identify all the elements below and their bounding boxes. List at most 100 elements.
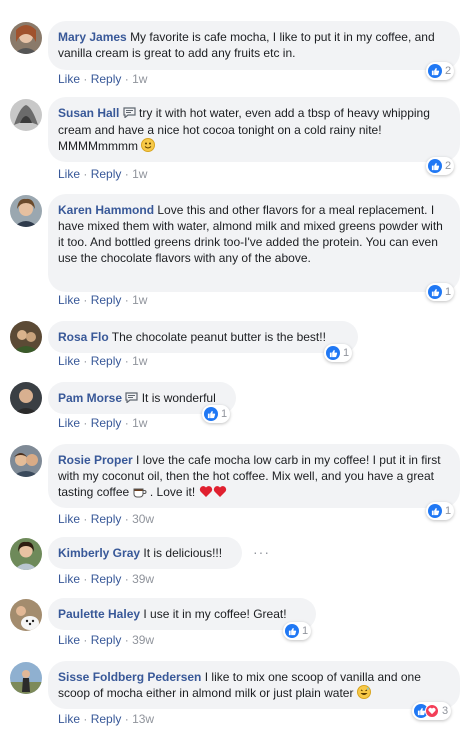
separator: ·	[83, 633, 88, 647]
avatar[interactable]	[10, 538, 42, 570]
separator: ·	[83, 354, 88, 368]
separator: ·	[124, 167, 129, 181]
separator: ·	[124, 354, 129, 368]
avatar[interactable]	[10, 662, 42, 694]
separator: ·	[83, 293, 88, 307]
comment-text: It is wonderful	[141, 391, 216, 405]
love-reaction-icon	[425, 704, 439, 718]
comment-actions: Like · Reply · 1w	[58, 72, 147, 86]
reply-link[interactable]: Reply	[91, 72, 122, 86]
coffee-cup-icon	[133, 485, 147, 502]
comment-actions: Like · Reply · 13w	[58, 712, 154, 726]
timestamp[interactable]: 1w	[132, 72, 147, 86]
reaction-badge[interactable]: 2	[426, 157, 455, 175]
reaction-count: 2	[445, 65, 452, 77]
comment-bubble: Kimberly Gray It is delicious!!!	[48, 537, 242, 569]
reply-link[interactable]: Reply	[91, 416, 122, 430]
timestamp[interactable]: 39w	[132, 633, 154, 647]
reply-link[interactable]: Reply	[91, 293, 122, 307]
like-link[interactable]: Like	[58, 72, 80, 86]
comment-actions: Like · Reply · 39w	[58, 633, 154, 647]
like-link[interactable]: Like	[58, 167, 80, 181]
reaction-badge[interactable]: 1	[324, 344, 353, 362]
comment-actions: Like · Reply · 39w	[58, 572, 154, 586]
reaction-badge[interactable]: 1	[202, 405, 231, 423]
red-heart-icon	[199, 485, 213, 502]
reaction-badge[interactable]: 1	[283, 622, 312, 640]
like-link[interactable]: Like	[58, 293, 80, 307]
comment-author[interactable]: Kimberly Gray	[58, 546, 140, 560]
like-reaction-icon	[428, 504, 442, 518]
reaction-count: 1	[343, 347, 350, 359]
comment-author[interactable]: Sisse Foldberg Pedersen	[58, 670, 201, 684]
like-reaction-icon	[428, 159, 442, 173]
like-link[interactable]: Like	[58, 712, 80, 726]
comment-actions: Like · Reply · 1w	[58, 293, 147, 307]
reply-link[interactable]: Reply	[91, 572, 122, 586]
comment-bubble: Rosie Proper I love the cafe mocha low c…	[48, 444, 460, 508]
separator: ·	[124, 512, 129, 526]
timestamp[interactable]: 30w	[132, 512, 154, 526]
comment-author[interactable]: Paulette Haley	[58, 607, 140, 621]
separator: ·	[83, 572, 88, 586]
timestamp[interactable]: 1w	[132, 167, 147, 181]
grinning-sweat-emoji-icon	[356, 685, 371, 699]
like-link[interactable]: Like	[58, 572, 80, 586]
comment-author[interactable]: Susan Hall	[58, 106, 119, 120]
comment-actions: Like · Reply · 1w	[58, 416, 147, 430]
comment-actions: Like · Reply · 1w	[58, 167, 147, 181]
avatar[interactable]	[10, 22, 42, 54]
like-link[interactable]: Like	[58, 633, 80, 647]
reaction-badge[interactable]: 1	[426, 502, 455, 520]
more-options-icon[interactable]: ···	[253, 544, 270, 560]
reaction-badge[interactable]: 3	[412, 702, 452, 720]
like-reaction-icon	[326, 346, 340, 360]
reaction-count: 2	[445, 160, 452, 172]
comment-text: I use it in my coffee! Great!	[143, 607, 287, 621]
reaction-badge[interactable]: 1	[426, 283, 455, 301]
reaction-count: 1	[445, 505, 452, 517]
avatar[interactable]	[10, 321, 42, 353]
comment-bubble: Karen Hammond Love this and other flavor…	[48, 194, 460, 292]
comment-author[interactable]: Rosie Proper	[58, 453, 133, 467]
timestamp[interactable]: 39w	[132, 572, 154, 586]
comment-bubble: Mary James My favorite is cafe mocha, I …	[48, 21, 460, 70]
reply-link[interactable]: Reply	[91, 512, 122, 526]
timestamp[interactable]: 13w	[132, 712, 154, 726]
timestamp[interactable]: 1w	[132, 354, 147, 368]
comment-bubble: Susan Hall try it with hot water, even a…	[48, 97, 460, 162]
reaction-badge[interactable]: 2	[426, 62, 455, 80]
like-reaction-icon	[428, 64, 442, 78]
comment-author[interactable]: Pam Morse	[58, 391, 122, 405]
comment-author[interactable]: Rosa Flo	[58, 330, 109, 344]
avatar[interactable]	[10, 599, 42, 631]
reply-link[interactable]: Reply	[91, 712, 122, 726]
avatar[interactable]	[10, 445, 42, 477]
comment-text: The chocolate peanut butter is the best!…	[111, 330, 326, 344]
like-link[interactable]: Like	[58, 354, 80, 368]
comment-author[interactable]: Karen Hammond	[58, 203, 154, 217]
comment-text: It is delicious!!!	[143, 546, 223, 560]
avatar[interactable]	[10, 99, 42, 131]
timestamp[interactable]: 1w	[132, 416, 147, 430]
like-reaction-icon	[285, 624, 299, 638]
like-reaction-icon	[428, 285, 442, 299]
comment-author[interactable]: Mary James	[58, 30, 127, 44]
separator: ·	[124, 416, 129, 430]
separator: ·	[124, 712, 129, 726]
like-link[interactable]: Like	[58, 512, 80, 526]
reaction-count: 1	[221, 408, 228, 420]
like-link[interactable]: Like	[58, 416, 80, 430]
timestamp[interactable]: 1w	[132, 293, 147, 307]
comment-actions: Like · Reply · 30w	[58, 512, 154, 526]
separator: ·	[124, 633, 129, 647]
avatar[interactable]	[10, 382, 42, 414]
reply-link[interactable]: Reply	[91, 354, 122, 368]
separator: ·	[124, 293, 129, 307]
speech-bubble-icon	[123, 106, 136, 122]
reply-link[interactable]: Reply	[91, 167, 122, 181]
avatar[interactable]	[10, 195, 42, 227]
separator: ·	[124, 72, 129, 86]
reply-link[interactable]: Reply	[91, 633, 122, 647]
separator: ·	[83, 712, 88, 726]
